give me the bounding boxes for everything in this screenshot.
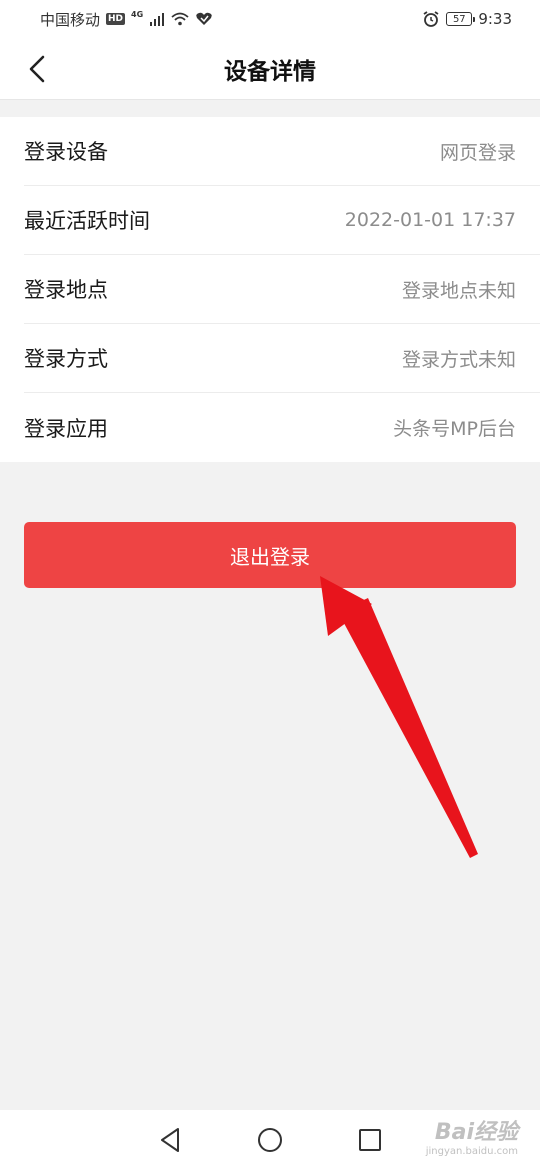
back-button[interactable]	[18, 50, 56, 88]
row-value: 登录地点未知	[401, 279, 516, 302]
status-time: 9:33	[478, 10, 512, 28]
wifi-icon	[171, 12, 189, 26]
status-bar: 中国移动 HD 4G 57 9:33	[0, 0, 540, 38]
nav-back-button[interactable]	[150, 1120, 190, 1160]
row-value: 2022-01-01 17:37	[344, 209, 516, 231]
nav-home-button[interactable]	[250, 1120, 290, 1160]
status-right: 57 9:33	[422, 10, 512, 28]
hd-icon: HD	[106, 13, 126, 25]
circle-home-icon	[258, 1128, 282, 1152]
row-value: 网页登录	[439, 141, 516, 164]
status-left: 中国移动 HD 4G	[40, 9, 213, 30]
row-label: 登录方式	[24, 347, 108, 371]
info-row-device: 登录设备 网页登录	[24, 117, 540, 186]
row-label: 最近活跃时间	[24, 209, 150, 233]
network-type: 4G	[131, 9, 144, 19]
row-value: 头条号MP后台	[393, 418, 516, 440]
signal-icon	[150, 13, 165, 26]
info-row-location: 登录地点 登录地点未知	[24, 255, 540, 324]
watermark: Bai经验 jingyan.baidu.com	[426, 1114, 518, 1157]
row-value: 登录方式未知	[401, 348, 516, 371]
device-info-list: 登录设备 网页登录 最近活跃时间 2022-01-01 17:37 登录地点 登…	[0, 117, 540, 462]
info-row-last-active: 最近活跃时间 2022-01-01 17:37	[24, 186, 540, 255]
watermark-sub: jingyan.baidu.com	[425, 1146, 518, 1157]
carrier-name: 中国移动	[40, 10, 101, 29]
battery-level: 57	[452, 13, 466, 25]
chevron-left-icon	[29, 55, 45, 83]
nav-recents-button[interactable]	[350, 1120, 390, 1160]
heart-link-icon	[196, 12, 212, 25]
row-label: 登录设备	[24, 140, 108, 164]
logout-button[interactable]: 退出登录	[24, 522, 516, 588]
alarm-icon	[423, 11, 439, 27]
header-bar: 设备详情	[0, 38, 540, 100]
battery-icon: 57	[446, 12, 476, 26]
watermark-main: Bai经验	[434, 1120, 518, 1145]
triangle-back-icon	[161, 1128, 179, 1152]
arrow-shaft	[338, 598, 478, 858]
info-row-application: 登录应用 头条号MP后台	[24, 393, 540, 462]
square-recents-icon	[359, 1129, 381, 1151]
page-title: 设备详情	[224, 58, 316, 85]
row-label: 登录地点	[24, 278, 108, 302]
info-row-method: 登录方式 登录方式未知	[24, 324, 540, 393]
row-label: 登录应用	[24, 416, 108, 441]
